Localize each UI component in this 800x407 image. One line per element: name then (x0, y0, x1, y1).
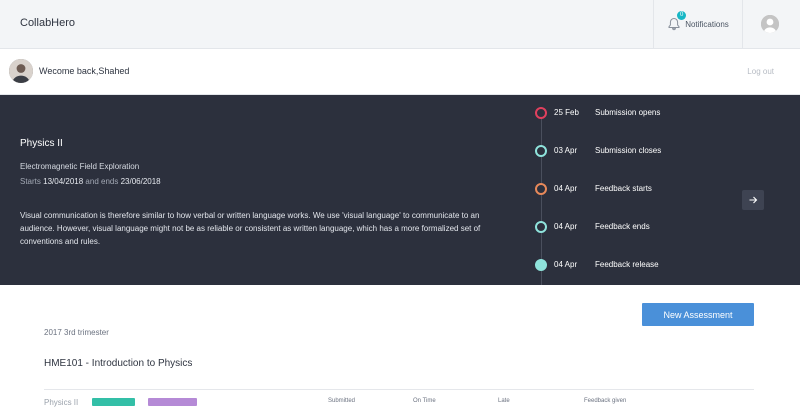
timeline-label: Submission opens (595, 108, 661, 117)
late-column-header: Late (498, 398, 510, 404)
end-date: 23/06/2018 (120, 177, 161, 186)
new-assessment-button[interactable]: New Assessment (642, 303, 754, 326)
bell-icon: 0 (667, 11, 687, 31)
timeline-dot (535, 107, 547, 119)
notifications-button[interactable]: 0 Notifications (653, 0, 743, 48)
on-time-column-header: On Time (413, 398, 436, 404)
timeline-item: 04 Apr Feedback release (535, 258, 659, 272)
arrow-right-icon (749, 196, 758, 204)
timeline-label: Feedback ends (595, 222, 650, 231)
course-subtitle: Electromagnetic Field Exploration (20, 162, 140, 171)
course-dates: Starts 13/04/2018 and ends 23/06/2018 (20, 177, 161, 186)
timeline-item: 04 Apr Feedback starts (535, 182, 652, 196)
notifications-label: Notifications (685, 19, 729, 29)
course-description: Visual communication is therefore simila… (20, 211, 481, 246)
assessment-name[interactable]: Physics II (44, 398, 78, 407)
timeline-item: 04 Apr Feedback ends (535, 220, 650, 234)
timeline-item: 03 Apr Submission closes (535, 144, 661, 158)
timeline-date: 25 Feb (554, 108, 579, 117)
welcome-bar: Wecome back,Shahed Log out (0, 49, 800, 95)
logout-link[interactable]: Log out (747, 67, 774, 76)
user-avatar[interactable] (9, 59, 33, 83)
app-title[interactable]: CollabHero (20, 17, 75, 29)
user-photo-icon (9, 59, 33, 83)
timeline-dot (535, 259, 547, 271)
divider (44, 389, 754, 390)
user-avatar-icon (761, 15, 779, 33)
timeline-item: 25 Feb Submission opens (535, 106, 660, 120)
submitted-column-header: Submitted (328, 398, 356, 404)
status-tag (148, 398, 197, 406)
timeline-label: Feedback release (595, 260, 659, 269)
timeline-date: 03 Apr (554, 146, 578, 155)
timeline-dot (535, 221, 547, 233)
welcome-message: Wecome back,Shahed (39, 66, 130, 76)
ends-word: and ends (85, 177, 119, 186)
start-date: 13/04/2018 (43, 177, 84, 186)
starts-word: Starts (20, 177, 41, 186)
top-bar: CollabHero 0 Notifications (0, 0, 800, 49)
course-title: Physics II (20, 138, 63, 149)
timeline-date: 04 Apr (554, 184, 578, 193)
timeline-dot (535, 145, 547, 157)
timeline-label: Submission closes (595, 146, 662, 155)
timeline-date: 04 Apr (554, 260, 578, 269)
course-heading[interactable]: HME101 - Introduction to Physics (44, 358, 192, 369)
next-course-button[interactable] (742, 190, 764, 210)
account-avatar[interactable] (761, 15, 779, 33)
timeline-label: Feedback starts (595, 184, 652, 193)
timeline-date: 04 Apr (554, 222, 578, 231)
course-panel: Physics II Electromagnetic Field Explora… (0, 95, 800, 285)
feedback-given-column-header: Feedback given (584, 398, 627, 404)
term-label: 2017 3rd trimester (44, 328, 109, 337)
timeline-dot (535, 183, 547, 195)
status-tag (92, 398, 135, 406)
